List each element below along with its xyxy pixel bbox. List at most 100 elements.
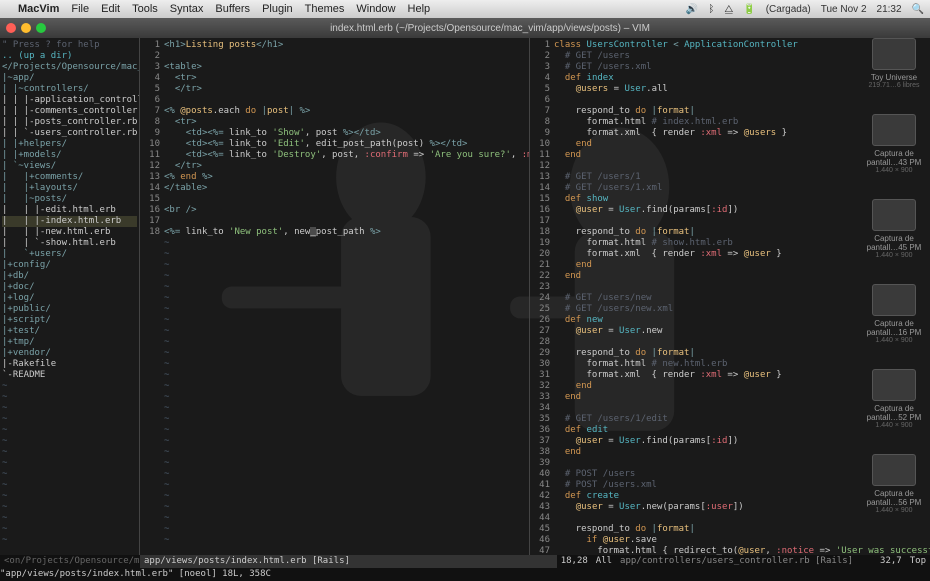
tree-item[interactable]: |-Rakefile xyxy=(2,359,137,370)
code-line[interactable]: 1<h1>Listing posts</h1> xyxy=(142,40,527,51)
code-line[interactable]: 11 <td><%= link_to 'Destroy', post, :con… xyxy=(142,150,527,161)
code-line[interactable]: 2 # GET /users xyxy=(532,51,928,62)
code-line[interactable]: 37 @user = User.find(params[:id]) xyxy=(532,436,928,447)
menu-edit[interactable]: Edit xyxy=(101,3,120,15)
left-code-pane[interactable]: 1<h1>Listing posts</h1>23<table>4 <tr>5 … xyxy=(140,38,530,555)
menu-buffers[interactable]: Buffers xyxy=(215,3,250,15)
code-line[interactable]: 18<%= link_to 'New post', new_post_path … xyxy=(142,227,527,238)
code-line[interactable]: 21 end xyxy=(532,260,928,271)
right-code-pane[interactable]: 1class UsersController < ApplicationCont… xyxy=(530,38,930,555)
code-line[interactable]: 14</table> xyxy=(142,183,527,194)
sound-icon[interactable]: 🔊 xyxy=(686,4,698,15)
tree-item[interactable]: | | |-comments_controller.rb xyxy=(2,106,137,117)
code-line[interactable]: 6 xyxy=(532,95,928,106)
tree-item[interactable]: | |~controllers/ xyxy=(2,84,137,95)
code-line[interactable]: 29 respond_to do |format| xyxy=(532,348,928,359)
code-line[interactable]: 41 # POST /users.xml xyxy=(532,480,928,491)
tree-item[interactable]: | |+comments/ xyxy=(2,172,137,183)
code-line[interactable]: 5 </tr> xyxy=(142,84,527,95)
code-line[interactable]: 10 <td><%= link_to 'Edit', edit_post_pat… xyxy=(142,139,527,150)
tree-item[interactable]: | | `-users_controller.rb xyxy=(2,128,137,139)
code-line[interactable]: 7<% @posts.each do |post| %> xyxy=(142,106,527,117)
code-line[interactable]: 30 format.html # new.html.erb xyxy=(532,359,928,370)
code-line[interactable]: 2 xyxy=(142,51,527,62)
tree-item[interactable]: |+config/ xyxy=(2,260,137,271)
code-line[interactable]: 13 # GET /users/1 xyxy=(532,172,928,183)
close-button[interactable] xyxy=(6,23,16,33)
code-line[interactable]: 3<table> xyxy=(142,62,527,73)
code-line[interactable]: 4 <tr> xyxy=(142,73,527,84)
menu-syntax[interactable]: Syntax xyxy=(170,3,204,15)
code-line[interactable]: 12 xyxy=(532,161,928,172)
code-line[interactable]: 23 xyxy=(532,282,928,293)
zoom-button[interactable] xyxy=(36,23,46,33)
code-line[interactable]: 26 def new xyxy=(532,315,928,326)
tree-item[interactable]: | |+models/ xyxy=(2,150,137,161)
tree-item[interactable]: |+db/ xyxy=(2,271,137,282)
tree-item[interactable]: | `~views/ xyxy=(2,161,137,172)
battery-icon[interactable]: 🔋 xyxy=(743,4,755,15)
code-line[interactable]: 22 end xyxy=(532,271,928,282)
tree-item[interactable]: `-README xyxy=(2,370,137,381)
code-line[interactable]: 8 <tr> xyxy=(142,117,527,128)
tree-item[interactable]: | |+layouts/ xyxy=(2,183,137,194)
code-line[interactable]: 11 end xyxy=(532,150,928,161)
tree-item[interactable]: |+tmp/ xyxy=(2,337,137,348)
clock-day[interactable]: Tue Nov 2 xyxy=(821,4,867,15)
tree-item[interactable]: | | |-new.html.erb xyxy=(2,227,137,238)
window-titlebar[interactable]: index.html.erb (~/Projects/Opensource/ma… xyxy=(0,18,930,38)
code-line[interactable]: 8 format.html # index.html.erb xyxy=(532,117,928,128)
code-line[interactable]: 47 format.html { redirect_to(@user, :not… xyxy=(532,546,928,555)
code-line[interactable]: 1class UsersController < ApplicationCont… xyxy=(532,40,928,51)
tree-item[interactable]: | | |-application_controller.rb xyxy=(2,95,137,106)
tree-item[interactable]: |+log/ xyxy=(2,293,137,304)
code-line[interactable]: 17 xyxy=(532,216,928,227)
tree-item[interactable]: | | |-posts_controller.rb xyxy=(2,117,137,128)
code-line[interactable]: 20 format.xml { render :xml => @user } xyxy=(532,249,928,260)
wifi-icon[interactable]: ⧋ xyxy=(724,4,733,15)
bluetooth-icon[interactable]: ᛒ xyxy=(708,4,714,15)
code-line[interactable]: 46 if @user.save xyxy=(532,535,928,546)
tree-item[interactable]: | | |-index.html.erb xyxy=(2,216,137,227)
spotlight-icon[interactable]: 🔍 xyxy=(912,4,924,15)
code-line[interactable]: 15 xyxy=(142,194,527,205)
code-line[interactable]: 25 # GET /users/new.xml xyxy=(532,304,928,315)
menu-themes[interactable]: Themes xyxy=(305,3,345,15)
tree-item[interactable]: |+test/ xyxy=(2,326,137,337)
tree-item[interactable]: " Press ? for help xyxy=(2,40,137,51)
code-line[interactable]: 36 def edit xyxy=(532,425,928,436)
tree-item[interactable]: |+vendor/ xyxy=(2,348,137,359)
code-line[interactable]: 44 xyxy=(532,513,928,524)
code-line[interactable]: 40 # POST /users xyxy=(532,469,928,480)
code-line[interactable]: 12 </tr> xyxy=(142,161,527,172)
code-line[interactable]: 6 xyxy=(142,95,527,106)
menubar[interactable]: MacVim FileEditToolsSyntaxBuffersPluginT… xyxy=(0,0,930,18)
tree-item[interactable]: | | `-show.html.erb xyxy=(2,238,137,249)
code-line[interactable]: 15 def show xyxy=(532,194,928,205)
tree-item[interactable]: | `+users/ xyxy=(2,249,137,260)
code-line[interactable]: 24 # GET /users/new xyxy=(532,293,928,304)
tree-item[interactable]: |+doc/ xyxy=(2,282,137,293)
code-line[interactable]: 31 format.xml { render :xml => @user } xyxy=(532,370,928,381)
code-line[interactable]: 38 end xyxy=(532,447,928,458)
tree-item[interactable]: | | |-edit.html.erb xyxy=(2,205,137,216)
code-line[interactable]: 45 respond_to do |format| xyxy=(532,524,928,535)
minimize-button[interactable] xyxy=(21,23,31,33)
code-line[interactable]: 16 @user = User.find(params[:id]) xyxy=(532,205,928,216)
code-line[interactable]: 5 @users = User.all xyxy=(532,84,928,95)
menu-plugin[interactable]: Plugin xyxy=(262,3,293,15)
code-line[interactable]: 9 format.xml { render :xml => @users } xyxy=(532,128,928,139)
code-line[interactable]: 10 end xyxy=(532,139,928,150)
code-line[interactable]: 3 # GET /users.xml xyxy=(532,62,928,73)
tree-item[interactable]: | |+helpers/ xyxy=(2,139,137,150)
code-line[interactable]: 13<% end %> xyxy=(142,172,527,183)
code-line[interactable]: 27 @user = User.new xyxy=(532,326,928,337)
menu-file[interactable]: File xyxy=(71,3,89,15)
tree-item[interactable]: |+public/ xyxy=(2,304,137,315)
code-line[interactable]: 9 <td><%= link_to 'Show', post %></td> xyxy=(142,128,527,139)
code-line[interactable]: 7 respond_to do |format| xyxy=(532,106,928,117)
tree-item[interactable]: | |~posts/ xyxy=(2,194,137,205)
menu-tools[interactable]: Tools xyxy=(132,3,158,15)
code-line[interactable]: 42 def create xyxy=(532,491,928,502)
tree-item[interactable]: |~app/ xyxy=(2,73,137,84)
